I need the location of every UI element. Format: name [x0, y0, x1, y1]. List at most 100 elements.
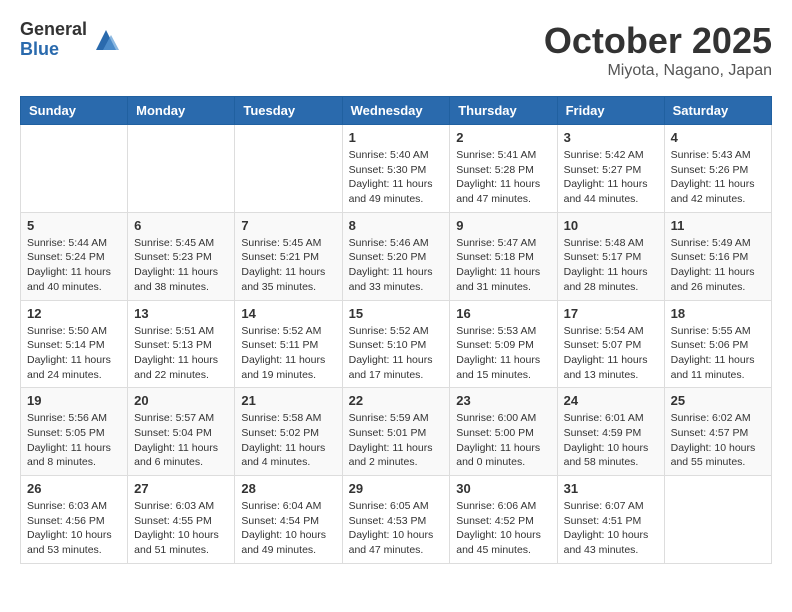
- page-header: General Blue October 2025 Miyota, Nagano…: [20, 20, 772, 80]
- table-row: 19 Sunrise: 5:56 AMSunset: 5:05 PMDayligh…: [21, 388, 128, 476]
- table-row: 7Sunrise: 5:45 AMSunset: 5:21 PMDaylight…: [235, 212, 342, 300]
- logo: General Blue: [20, 20, 121, 60]
- day-info: Sunrise: 5:54 AMSunset: 5:07 PMDaylight:…: [564, 324, 658, 383]
- month-title: October 2025: [544, 20, 772, 62]
- day-number: 2: [456, 130, 550, 145]
- header-wednesday: Wednesday: [342, 97, 450, 125]
- day-number: 28: [241, 481, 335, 496]
- table-row: 20 Sunrise: 5:57 AMSunset: 5:04 PMDayligh…: [128, 388, 235, 476]
- table-row: 9Sunrise: 5:47 AMSunset: 5:18 PMDaylight…: [450, 212, 557, 300]
- day-info: Sunrise: 5:42 AMSunset: 5:27 PMDaylight:…: [564, 148, 658, 207]
- day-info: Sunrise: 6:06 AMSunset: 4:52 PMDaylight:…: [456, 499, 550, 558]
- table-row: 10Sunrise: 5:48 AMSunset: 5:17 PMDayligh…: [557, 212, 664, 300]
- table-row: 25Sunrise: 6:02 AMSunset: 4:57 PMDayligh…: [664, 388, 771, 476]
- day-number: 19: [27, 393, 121, 408]
- table-row: 21 Sunrise: 5:58 AMSunset: 5:02 PMDayligh…: [235, 388, 342, 476]
- table-row: [128, 125, 235, 213]
- day-number: 12: [27, 306, 121, 321]
- day-info: Sunrise: 5:53 AMSunset: 5:09 PMDaylight:…: [456, 324, 550, 383]
- table-row: 13 Sunrise: 5:51 AMSunset: 5:13 PMDayligh…: [128, 300, 235, 388]
- day-number: 29: [349, 481, 444, 496]
- table-row: 12 Sunrise: 5:50 AMSunset: 5:14 PMDayligh…: [21, 300, 128, 388]
- day-number: 6: [134, 218, 228, 233]
- day-info: Sunrise: 6:03 AMSunset: 4:56 PMDaylight:…: [27, 499, 121, 558]
- day-info: Sunrise: 5:40 AMSunset: 5:30 PMDaylight:…: [349, 148, 444, 207]
- day-number: 11: [671, 218, 765, 233]
- day-info: Sunrise: 6:05 AMSunset: 4:53 PMDaylight:…: [349, 499, 444, 558]
- table-row: 4 Sunrise: 5:43 AMSunset: 5:26 PMDaylight…: [664, 125, 771, 213]
- day-number: 27: [134, 481, 228, 496]
- header-friday: Friday: [557, 97, 664, 125]
- day-info: Sunrise: 5:56 AMSunset: 5:05 PMDaylight:…: [27, 411, 121, 470]
- table-row: 8 Sunrise: 5:46 AMSunset: 5:20 PMDaylight…: [342, 212, 450, 300]
- day-info: Sunrise: 5:52 AMSunset: 5:11 PMDaylight:…: [241, 324, 335, 383]
- day-number: 14: [241, 306, 335, 321]
- header-monday: Monday: [128, 97, 235, 125]
- day-number: 15: [349, 306, 444, 321]
- table-row: 28 Sunrise: 6:04 AMSunset: 4:54 PMDayligh…: [235, 476, 342, 564]
- calendar-week-row: 12 Sunrise: 5:50 AMSunset: 5:14 PMDayligh…: [21, 300, 772, 388]
- day-info: Sunrise: 5:47 AMSunset: 5:18 PMDaylight:…: [456, 236, 550, 295]
- table-row: 23 Sunrise: 6:00 AMSunset: 5:00 PMDayligh…: [450, 388, 557, 476]
- table-row: [21, 125, 128, 213]
- calendar-week-row: 19 Sunrise: 5:56 AMSunset: 5:05 PMDayligh…: [21, 388, 772, 476]
- day-number: 25: [671, 393, 765, 408]
- day-info: Sunrise: 5:49 AMSunset: 5:16 PMDaylight:…: [671, 236, 765, 295]
- day-info: Sunrise: 5:51 AMSunset: 5:13 PMDaylight:…: [134, 324, 228, 383]
- day-number: 8: [349, 218, 444, 233]
- calendar-week-row: 1 Sunrise: 5:40 AMSunset: 5:30 PMDaylight…: [21, 125, 772, 213]
- header-thursday: Thursday: [450, 97, 557, 125]
- calendar-table: Sunday Monday Tuesday Wednesday Thursday…: [20, 96, 772, 564]
- day-number: 17: [564, 306, 658, 321]
- calendar-week-row: 26Sunrise: 6:03 AMSunset: 4:56 PMDayligh…: [21, 476, 772, 564]
- day-info: Sunrise: 5:58 AMSunset: 5:02 PMDaylight:…: [241, 411, 335, 470]
- table-row: [664, 476, 771, 564]
- day-info: Sunrise: 5:50 AMSunset: 5:14 PMDaylight:…: [27, 324, 121, 383]
- day-info: Sunrise: 5:44 AMSunset: 5:24 PMDaylight:…: [27, 236, 121, 295]
- logo-general-text: General: [20, 20, 87, 40]
- table-row: 11 Sunrise: 5:49 AMSunset: 5:16 PMDayligh…: [664, 212, 771, 300]
- table-row: 29 Sunrise: 6:05 AMSunset: 4:53 PMDayligh…: [342, 476, 450, 564]
- day-number: 20: [134, 393, 228, 408]
- day-number: 4: [671, 130, 765, 145]
- day-number: 18: [671, 306, 765, 321]
- table-row: 14 Sunrise: 5:52 AMSunset: 5:11 PMDayligh…: [235, 300, 342, 388]
- table-row: 2 Sunrise: 5:41 AMSunset: 5:28 PMDaylight…: [450, 125, 557, 213]
- header-sunday: Sunday: [21, 97, 128, 125]
- table-row: 16Sunrise: 5:53 AMSunset: 5:09 PMDayligh…: [450, 300, 557, 388]
- table-row: 3Sunrise: 5:42 AMSunset: 5:27 PMDaylight…: [557, 125, 664, 213]
- day-info: Sunrise: 5:41 AMSunset: 5:28 PMDaylight:…: [456, 148, 550, 207]
- day-number: 5: [27, 218, 121, 233]
- table-row: 5 Sunrise: 5:44 AMSunset: 5:24 PMDaylight…: [21, 212, 128, 300]
- day-number: 30: [456, 481, 550, 496]
- title-block: October 2025 Miyota, Nagano, Japan: [544, 20, 772, 80]
- day-info: Sunrise: 5:45 AMSunset: 5:21 PMDaylight:…: [241, 236, 335, 295]
- day-info: Sunrise: 5:46 AMSunset: 5:20 PMDaylight:…: [349, 236, 444, 295]
- day-info: Sunrise: 5:55 AMSunset: 5:06 PMDaylight:…: [671, 324, 765, 383]
- location: Miyota, Nagano, Japan: [544, 62, 772, 80]
- day-info: Sunrise: 6:01 AMSunset: 4:59 PMDaylight:…: [564, 411, 658, 470]
- day-info: Sunrise: 6:04 AMSunset: 4:54 PMDaylight:…: [241, 499, 335, 558]
- day-info: Sunrise: 6:07 AMSunset: 4:51 PMDaylight:…: [564, 499, 658, 558]
- day-info: Sunrise: 5:48 AMSunset: 5:17 PMDaylight:…: [564, 236, 658, 295]
- logo-icon: [91, 25, 121, 55]
- day-info: Sunrise: 5:59 AMSunset: 5:01 PMDaylight:…: [349, 411, 444, 470]
- day-info: Sunrise: 5:45 AMSunset: 5:23 PMDaylight:…: [134, 236, 228, 295]
- header-saturday: Saturday: [664, 97, 771, 125]
- logo-blue-text: Blue: [20, 40, 87, 60]
- day-number: 1: [349, 130, 444, 145]
- day-info: Sunrise: 6:00 AMSunset: 5:00 PMDaylight:…: [456, 411, 550, 470]
- day-info: Sunrise: 6:03 AMSunset: 4:55 PMDaylight:…: [134, 499, 228, 558]
- day-number: 23: [456, 393, 550, 408]
- day-number: 13: [134, 306, 228, 321]
- day-info: Sunrise: 5:57 AMSunset: 5:04 PMDaylight:…: [134, 411, 228, 470]
- day-info: Sunrise: 5:43 AMSunset: 5:26 PMDaylight:…: [671, 148, 765, 207]
- table-row: 24Sunrise: 6:01 AMSunset: 4:59 PMDayligh…: [557, 388, 664, 476]
- day-number: 31: [564, 481, 658, 496]
- day-info: Sunrise: 5:52 AMSunset: 5:10 PMDaylight:…: [349, 324, 444, 383]
- table-row: 6 Sunrise: 5:45 AMSunset: 5:23 PMDaylight…: [128, 212, 235, 300]
- table-row: 30 Sunrise: 6:06 AMSunset: 4:52 PMDayligh…: [450, 476, 557, 564]
- weekday-header-row: Sunday Monday Tuesday Wednesday Thursday…: [21, 97, 772, 125]
- table-row: 26Sunrise: 6:03 AMSunset: 4:56 PMDayligh…: [21, 476, 128, 564]
- day-number: 21: [241, 393, 335, 408]
